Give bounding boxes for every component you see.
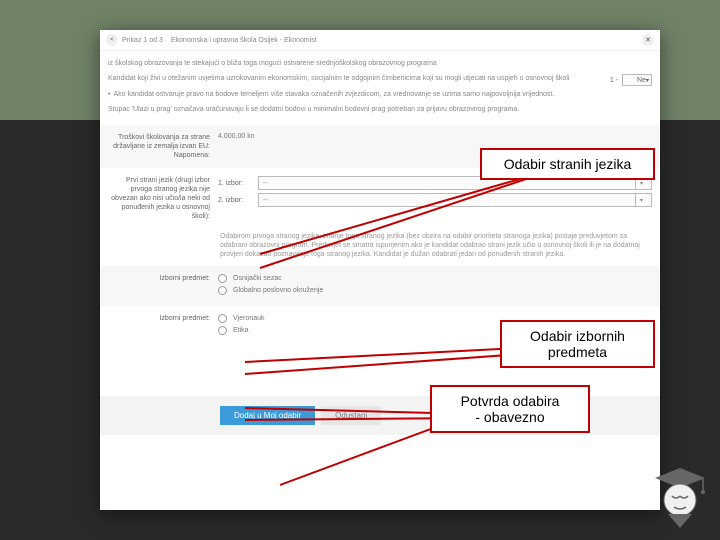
elective1-row: Izborni predmet: Osnijački sezac Globaln… [100, 266, 660, 306]
cost-note-label: Napomena: [174, 152, 210, 159]
elective2-opt1-radio[interactable] [218, 314, 227, 323]
lang2-value: -- [263, 197, 268, 204]
graduation-logo-icon [650, 460, 710, 530]
cancel-button[interactable]: Odustani [321, 406, 381, 425]
lang1-label: 1. izbor: [218, 180, 258, 187]
elective2-label: Izborni predmet: [108, 314, 218, 338]
chevron-down-icon: ▾ [646, 77, 649, 84]
callout-electives-text: Odabir izbornih predmeta [530, 328, 625, 360]
elective1-opt2-label: Globalno poslovno okruženje [233, 287, 323, 294]
callout-electives: Odabir izbornih predmeta [500, 320, 655, 368]
callout-confirm-l1: Potvrda odabira [461, 393, 560, 409]
step-badge: < [106, 34, 118, 46]
add-to-selection-button[interactable]: Dodaj u Moj odabir [220, 406, 315, 425]
elective2-opt1-label: Vjeronauk [233, 315, 265, 322]
intro-bullet-text: Ako kandidat ostvaruje pravo na bodove t… [113, 90, 554, 99]
close-icon[interactable]: ✕ [642, 34, 654, 46]
lang2-select[interactable]: -- ▾ [258, 193, 652, 207]
intro-p1: iz školskog obrazovanja te stekajući o b… [108, 59, 652, 68]
difficulty-value[interactable]: Ne ▾ [622, 74, 652, 86]
intro-p2: Kandidat koji živi u otežanim uvjetima u… [108, 74, 652, 83]
modal-panel: < Prikaz 1 od 3 Ekonomska i upravna škol… [100, 30, 660, 510]
lang1-value: -- [263, 180, 268, 187]
cost-label: Troškovi školovanja za strane državljane… [108, 133, 218, 160]
elective1-label: Izborni predmet: [108, 274, 218, 298]
lang2-label: 2. izbor: [218, 197, 258, 204]
modal-header: < Prikaz 1 od 3 Ekonomska i upravna škol… [100, 30, 660, 51]
elective2-opt2-label: Etika [233, 327, 249, 334]
school-name: Ekonomska i upravna škola Osijek - Ekono… [171, 37, 317, 44]
cost-value: 4.000,00 kn [218, 133, 652, 140]
callout-languages: Odabir stranih jezika [480, 148, 655, 180]
elective1-opt1-label: Osnijački sezac [233, 275, 282, 282]
elective1-opt2-radio[interactable] [218, 286, 227, 295]
chevron-down-icon: ▾ [635, 194, 647, 206]
language-note: Odabirom prvoga stranog jezika, znanje t… [220, 232, 652, 260]
difficulty-label: 1 - [610, 77, 618, 84]
language-label: Prvi strani jezik (drugi izbor prvoga st… [108, 176, 218, 221]
intro-block: iz školskog obrazovanja te stekajući o b… [100, 51, 660, 125]
cost-label-text: Troškovi školovanja za strane državljane… [113, 134, 210, 150]
difficulty-value-text: Ne [637, 77, 646, 84]
intro-stupac: Stupac 'Ulazi u prag' označava uračunava… [108, 105, 652, 114]
elective1-opt1-radio[interactable] [218, 274, 227, 283]
elective2-opt2-radio[interactable] [218, 326, 227, 335]
intro-bullet: Ako kandidat ostvaruje pravo na bodove t… [108, 90, 652, 99]
callout-confirm: Potvrda odabira - obavezno [430, 385, 590, 433]
callout-confirm-l2: - obavezno [475, 409, 544, 425]
step-text: Prikaz 1 od 3 [122, 37, 163, 44]
difficulty-select[interactable]: 1 - Ne ▾ [610, 74, 652, 86]
